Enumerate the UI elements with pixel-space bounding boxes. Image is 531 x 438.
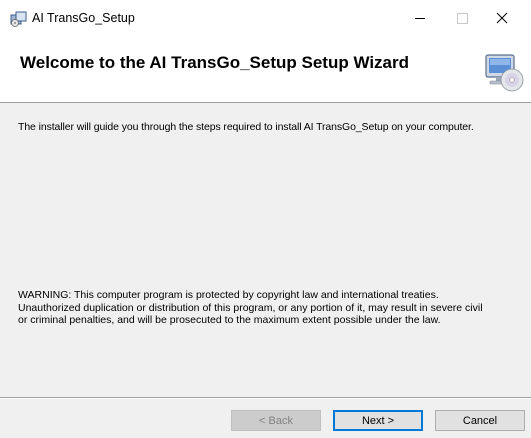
maximize-icon — [456, 12, 468, 24]
warning-line: Unauthorized duplication or distribution… — [18, 301, 483, 314]
page-title: Welcome to the AI TransGo_Setup Setup Wi… — [20, 53, 410, 72]
warning-line: or criminal penalties, and will be prose… — [18, 314, 441, 326]
warning-line: WARNING: This computer program is protec… — [18, 289, 439, 301]
installer-app-icon — [10, 11, 27, 27]
intro-text: The installer will guide you through the… — [18, 121, 474, 133]
title-bar[interactable]: AI TransGo_Setup — [0, 0, 531, 36]
copyright-warning: WARNING: This computer program is protec… — [18, 289, 528, 327]
minimize-button[interactable] — [402, 0, 438, 36]
computer-disc-icon — [485, 54, 524, 92]
footer-divider — [0, 397, 531, 399]
next-button[interactable]: Next > — [333, 410, 423, 431]
back-button[interactable]: < Back — [231, 410, 321, 431]
cancel-button[interactable]: Cancel — [435, 410, 525, 431]
maximize-button[interactable] — [444, 0, 480, 36]
setup-wizard-window: AI TransGo_Setup Welcome to the AI Trans… — [0, 0, 531, 438]
close-icon — [496, 12, 508, 24]
minimize-icon — [415, 18, 425, 19]
header-banner: Welcome to the AI TransGo_Setup Setup Wi… — [0, 36, 531, 103]
window-title: AI TransGo_Setup — [32, 11, 135, 25]
close-button[interactable] — [484, 0, 520, 36]
